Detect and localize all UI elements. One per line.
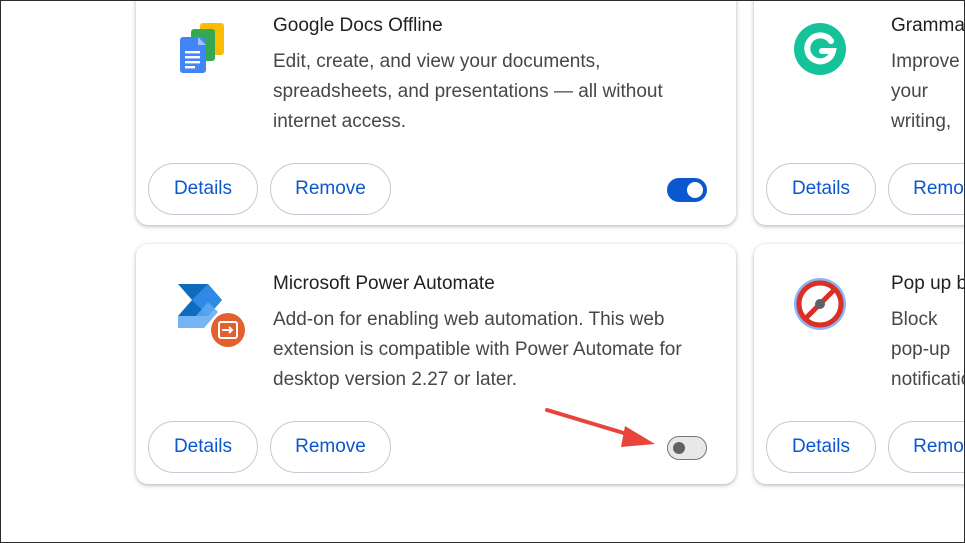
toggle-knob: [687, 182, 703, 198]
google-docs-icon: [174, 21, 230, 77]
remove-button[interactable]: Remove: [270, 163, 391, 215]
annotation-arrow-icon: [545, 408, 655, 447]
enable-toggle[interactable]: [667, 436, 707, 460]
extension-title: Pop up blocker: [891, 273, 964, 294]
grammarly-icon: [792, 21, 848, 77]
extension-description: Improve your writing, including grammar,…: [891, 51, 960, 132]
popup-blocker-icon: [792, 276, 848, 332]
remove-button[interactable]: Remove: [888, 421, 964, 473]
extension-card-popup-blocker: Pop up blocker Block pop-up notification…: [754, 244, 964, 484]
extension-title: Google Docs Offline: [273, 15, 443, 36]
power-automate-icon: [174, 280, 250, 350]
toggle-knob: [673, 442, 685, 454]
extension-title: Microsoft Power Automate: [273, 273, 495, 294]
extensions-page: Google Docs Offline Edit, create, and vi…: [0, 0, 965, 543]
extension-card-google-docs-offline: Google Docs Offline Edit, create, and vi…: [136, 1, 736, 225]
extension-card-grammarly: Grammarly Improve your writing, includin…: [754, 1, 965, 225]
details-button[interactable]: Details: [148, 421, 258, 473]
enable-toggle[interactable]: [667, 178, 707, 202]
remove-button[interactable]: Remove: [888, 163, 964, 215]
extension-title: Grammarly: [891, 15, 965, 36]
details-button[interactable]: Details: [766, 421, 876, 473]
extension-description: Edit, create, and view your documents, s…: [273, 51, 663, 132]
extension-description: Add-on for enabling web automation. This…: [273, 309, 682, 390]
extension-description: Block pop-up notifications while browsin…: [891, 309, 964, 390]
details-button[interactable]: Details: [148, 163, 258, 215]
remove-button[interactable]: Remove: [270, 421, 391, 473]
details-button[interactable]: Details: [766, 163, 876, 215]
